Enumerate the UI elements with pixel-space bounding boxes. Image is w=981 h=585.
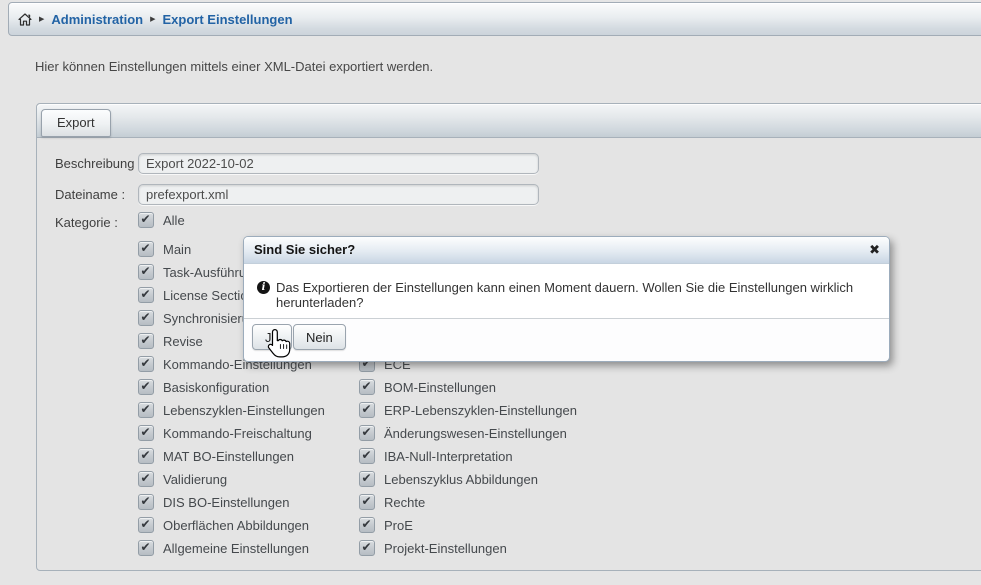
confirm-dialog: Sind Sie sicher? ✖ i Das Exportieren der… <box>243 236 890 362</box>
breadcrumb-item-administration[interactable]: Administration <box>51 12 143 27</box>
intro-text: Hier können Einstellungen mittels einer … <box>35 59 433 74</box>
checkbox[interactable] <box>359 402 375 418</box>
checkbox[interactable] <box>138 264 154 280</box>
home-icon[interactable] <box>18 13 32 26</box>
checkbox[interactable] <box>359 471 375 487</box>
filename-input[interactable] <box>138 184 539 205</box>
checkbox[interactable] <box>359 540 375 556</box>
category-label-text: IBA-Null-Interpretation <box>384 448 513 465</box>
chevron-right-icon: ▶ <box>39 16 44 23</box>
chevron-right-icon: ▶ <box>150 16 155 23</box>
dialog-button-bar: Ja Nein <box>244 318 889 361</box>
export-settings-page: { "breadcrumb": { "chevron": "▶", "items… <box>0 0 981 585</box>
description-input[interactable] <box>138 153 539 174</box>
category-label-text: Basiskonfiguration <box>163 379 269 396</box>
checkbox[interactable] <box>138 310 154 326</box>
checkbox[interactable] <box>359 517 375 533</box>
checkbox-alle-label: Alle <box>163 212 185 229</box>
no-button[interactable]: Nein <box>293 324 346 350</box>
category-label-text: BOM-Einstellungen <box>384 379 496 396</box>
checkbox[interactable] <box>138 540 154 556</box>
checkbox[interactable] <box>138 356 154 372</box>
checkbox[interactable] <box>138 379 154 395</box>
category-label-text: Änderungswesen-Einstellungen <box>384 425 567 442</box>
category-label-text: Validierung <box>163 471 227 488</box>
category-label-text: DIS BO-Einstellungen <box>163 494 289 511</box>
checkbox[interactable] <box>138 471 154 487</box>
category-label-text: ERP-Lebenszyklen-Einstellungen <box>384 402 577 419</box>
category-label-text: Oberflächen Abbildungen <box>163 517 309 534</box>
checkbox-alle[interactable] <box>138 212 154 228</box>
category-label: Kategorie : <box>55 212 118 233</box>
category-label-text: Revise <box>163 333 203 350</box>
category-label-text: Main <box>163 241 191 258</box>
category-label-text: Lebenszyklen-Einstellungen <box>163 402 325 419</box>
tab-export[interactable]: Export <box>41 109 111 137</box>
category-label-text: Projekt-Einstellungen <box>384 540 507 557</box>
category-label-text: Kommando-Freischaltung <box>163 425 312 442</box>
checkbox[interactable] <box>138 287 154 303</box>
info-icon: i <box>257 281 270 294</box>
checkbox[interactable] <box>359 494 375 510</box>
checkbox[interactable] <box>138 333 154 349</box>
yes-button[interactable]: Ja <box>252 324 292 350</box>
close-icon[interactable]: ✖ <box>869 237 880 263</box>
dialog-message-row: i Das Exportieren der Einstellungen kann… <box>257 280 877 310</box>
checkbox[interactable] <box>359 425 375 441</box>
checkbox[interactable] <box>138 241 154 257</box>
description-label: Beschreibung : <box>55 153 142 174</box>
checkbox[interactable] <box>138 448 154 464</box>
dialog-title: Sind Sie sicher? <box>244 237 889 264</box>
checkbox[interactable] <box>138 402 154 418</box>
breadcrumb: ▶ Administration ▶ Export Einstellungen <box>8 2 981 36</box>
category-label-text: Rechte <box>384 494 425 511</box>
checkbox[interactable] <box>138 425 154 441</box>
category-label-text: MAT BO-Einstellungen <box>163 448 294 465</box>
checkbox[interactable] <box>359 448 375 464</box>
category-label-text: ProE <box>384 517 413 534</box>
category-label-text: Lebenszyklus Abbildungen <box>384 471 538 488</box>
dialog-message: Das Exportieren der Einstellungen kann e… <box>276 280 877 310</box>
filename-label: Dateiname : <box>55 184 125 205</box>
checkbox[interactable] <box>138 517 154 533</box>
checkbox[interactable] <box>359 379 375 395</box>
category-label-text: Allgemeine Einstellungen <box>163 540 309 557</box>
checkbox[interactable] <box>138 494 154 510</box>
category-label-text: License Section <box>163 287 255 304</box>
tab-strip: Export <box>37 104 981 138</box>
breadcrumb-item-export-einstellungen[interactable]: Export Einstellungen <box>163 12 293 27</box>
